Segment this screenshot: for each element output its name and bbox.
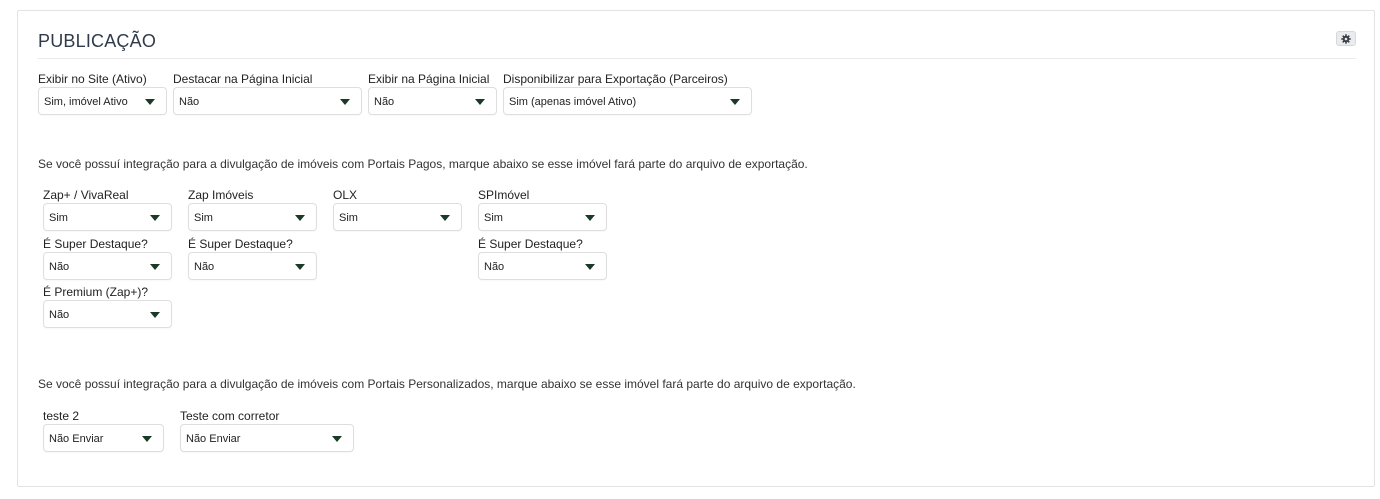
- chevron-down-icon: [295, 215, 305, 221]
- exibir-inicial-select[interactable]: Não: [368, 87, 497, 115]
- spimovel-super-label: É Super Destaque?: [478, 237, 583, 251]
- chevron-down-icon: [332, 436, 342, 442]
- exibir-inicial-label: Exibir na Página Inicial: [368, 72, 490, 86]
- zap-premium-value: Não: [49, 309, 70, 321]
- spimovel-label: SPImóvel: [478, 188, 530, 202]
- exibir-inicial-value: Não: [374, 96, 395, 108]
- exibir-site-value: Sim, imóvel Ativo: [44, 96, 128, 108]
- exportacao-value: Sim (apenas imóvel Ativo): [509, 96, 637, 108]
- title-divider: [37, 58, 1356, 59]
- chevron-down-icon: [145, 99, 155, 105]
- spimovel-super-select[interactable]: Não: [478, 252, 607, 280]
- spimovel-super-value: Não: [484, 261, 505, 273]
- spimovel-value: Sim: [484, 212, 503, 224]
- chevron-down-icon: [440, 215, 450, 221]
- section-title: PUBLICAÇÃO: [38, 31, 157, 51]
- zap-vivareal-super-select[interactable]: Não: [43, 252, 172, 280]
- settings-button[interactable]: [1336, 31, 1356, 46]
- chevron-down-icon: [730, 99, 740, 105]
- zap-imoveis-label: Zap Imóveis: [188, 188, 254, 202]
- teste2-label: teste 2: [43, 409, 80, 423]
- zap-vivareal-select[interactable]: Sim: [43, 203, 172, 231]
- exibir-site-select[interactable]: Sim, imóvel Ativo: [38, 87, 167, 115]
- zap-vivareal-super-label: É Super Destaque?: [43, 237, 148, 251]
- teste2-select[interactable]: Não Enviar: [43, 424, 164, 452]
- teste-corretor-label: Teste com corretor: [180, 409, 280, 423]
- spimovel-select[interactable]: Sim: [478, 203, 607, 231]
- zap-vivareal-value: Sim: [49, 212, 68, 224]
- olx-label: OLX: [333, 188, 358, 202]
- chevron-down-icon: [475, 99, 485, 105]
- chevron-down-icon: [340, 99, 350, 105]
- zap-vivareal-label: Zap+ / VivaReal: [43, 188, 129, 202]
- chevron-down-icon: [585, 215, 595, 221]
- destacar-inicial-select[interactable]: Não: [173, 87, 362, 115]
- exportacao-label: Disponibilizar para Exportação (Parceiro…: [503, 72, 728, 86]
- chevron-down-icon: [150, 312, 160, 318]
- zap-imoveis-super-select[interactable]: Não: [188, 252, 317, 280]
- chevron-down-icon: [295, 264, 305, 270]
- zap-imoveis-value: Sim: [194, 212, 213, 224]
- exibir-site-label: Exibir no Site (Ativo): [38, 72, 147, 86]
- zap-imoveis-super-value: Não: [194, 261, 215, 273]
- paid-portals-note: Se você possuí integração para a divulga…: [38, 157, 808, 171]
- olx-select[interactable]: Sim: [333, 203, 462, 231]
- zap-vivareal-super-value: Não: [49, 261, 70, 273]
- zap-premium-label: É Premium (Zap+)?: [43, 285, 149, 299]
- zap-imoveis-super-label: É Super Destaque?: [188, 237, 293, 251]
- chevron-down-icon: [142, 436, 152, 442]
- gear-icon: [1341, 33, 1351, 44]
- destacar-inicial-value: Não: [179, 96, 200, 108]
- chevron-down-icon: [150, 264, 160, 270]
- exportacao-select[interactable]: Sim (apenas imóvel Ativo): [503, 87, 752, 115]
- chevron-down-icon: [585, 264, 595, 270]
- zap-imoveis-select[interactable]: Sim: [188, 203, 317, 231]
- olx-value: Sim: [339, 212, 358, 224]
- custom-portals-note: Se você possuí integração para a divulga…: [38, 377, 856, 391]
- teste-corretor-select[interactable]: Não Enviar: [180, 424, 354, 452]
- zap-premium-select[interactable]: Não: [43, 300, 172, 328]
- chevron-down-icon: [150, 215, 160, 221]
- teste-corretor-value: Não Enviar: [186, 433, 241, 445]
- teste2-value: Não Enviar: [49, 433, 104, 445]
- destacar-inicial-label: Destacar na Página Inicial: [173, 72, 313, 86]
